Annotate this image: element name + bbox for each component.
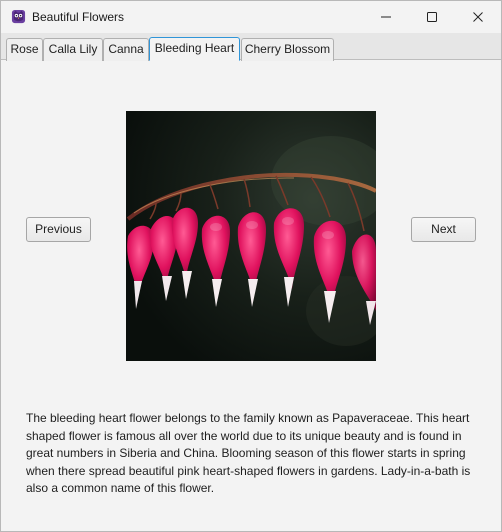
- flower-description: The bleeding heart flower belongs to the…: [26, 411, 471, 495]
- bleeding-heart-image: [126, 111, 376, 361]
- maximize-icon: [427, 11, 437, 22]
- tab-rose[interactable]: Rose: [6, 38, 43, 61]
- owl-app-icon: [11, 9, 26, 24]
- app-window: Beautiful Flowers Rose Calla Lily Canna …: [0, 0, 502, 532]
- minimize-button[interactable]: [363, 1, 409, 32]
- title-bar[interactable]: Beautiful Flowers: [1, 1, 501, 33]
- flower-photo: [126, 111, 376, 361]
- tab-bleeding-heart[interactable]: Bleeding Heart: [149, 37, 240, 61]
- window-title: Beautiful Flowers: [32, 10, 125, 24]
- tab-calla-lily[interactable]: Calla Lily: [43, 38, 103, 61]
- tab-cherry-blossom[interactable]: Cherry Blossom: [241, 38, 334, 61]
- close-button[interactable]: [455, 1, 501, 32]
- next-button[interactable]: Next: [411, 217, 476, 242]
- tab-canna[interactable]: Canna: [103, 38, 149, 61]
- previous-button[interactable]: Previous: [26, 217, 91, 242]
- close-icon: [473, 11, 483, 22]
- minimize-icon: [381, 16, 391, 17]
- flower-tabs: Rose Calla Lily Canna Bleeding Heart Che…: [1, 33, 501, 61]
- maximize-button[interactable]: [409, 1, 455, 32]
